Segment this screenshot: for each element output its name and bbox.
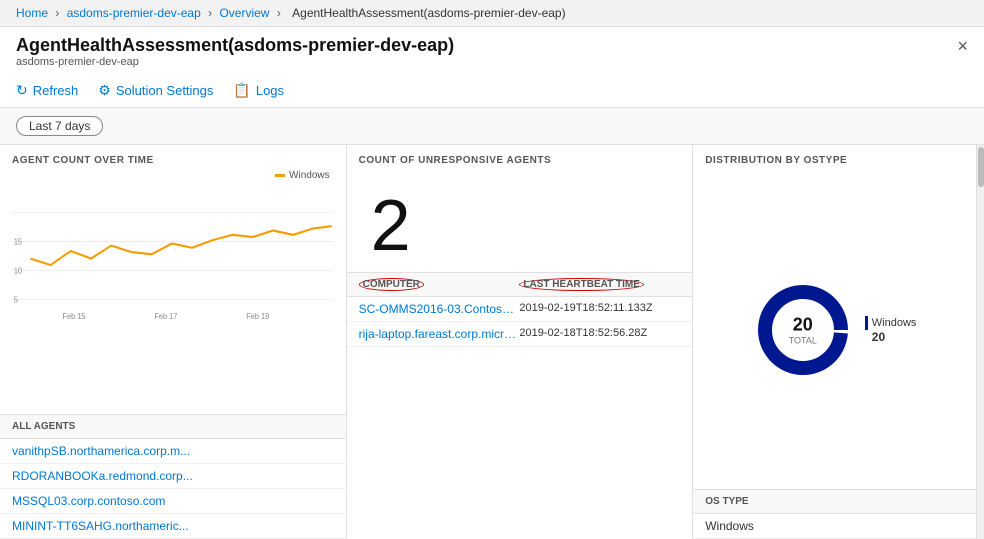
computer-cell: SC-OMMS2016-03.Contoso.Lo...	[359, 302, 520, 316]
computer-col-header: COMPUTER	[359, 279, 520, 290]
unresponsive-table-header: COMPUTER LAST HEARTBEAT TIME	[347, 272, 693, 297]
computer-col-highlight: COMPUTER	[359, 278, 424, 291]
header: × AgentHealthAssessment(asdoms-premier-d…	[0, 27, 984, 108]
distribution-title: DISTRIBUTION BY OSTYPE	[693, 145, 976, 170]
svg-text:Feb 15: Feb 15	[63, 311, 86, 321]
page-title: AgentHealthAssessment(asdoms-premier-dev…	[16, 35, 968, 56]
solution-settings-label: Solution Settings	[116, 83, 214, 98]
svg-text:Feb 17: Feb 17	[154, 311, 177, 321]
agent-row[interactable]: MSSQL03.corp.contoso.com	[0, 489, 346, 514]
filter-bar: Last 7 days	[0, 108, 984, 145]
os-type-header: OS TYPE	[693, 489, 976, 514]
legend-label: Windows	[289, 170, 330, 181]
solution-settings-button[interactable]: ⚙ Solution Settings	[98, 80, 213, 101]
settings-icon: ⚙	[98, 82, 111, 99]
agent-count-panel: AGENT COUNT OVER TIME Windows 5 10 15 Fe…	[0, 145, 347, 539]
svg-text:10: 10	[14, 266, 23, 276]
unresponsive-row[interactable]: SC-OMMS2016-03.Contoso.Lo... 2019-02-19T…	[347, 297, 693, 322]
chart-legend: Windows	[12, 170, 334, 181]
breadcrumb-workspace[interactable]: asdoms-premier-dev-eap	[67, 6, 201, 20]
logs-label: Logs	[256, 83, 284, 98]
breadcrumb: Home › asdoms-premier-dev-eap › Overview…	[0, 0, 984, 27]
main-content: AGENT COUNT OVER TIME Windows 5 10 15 Fe…	[0, 145, 984, 539]
date-filter-pill[interactable]: Last 7 days	[16, 116, 103, 136]
chart-area: Windows 5 10 15 Feb 15 Feb 17 Feb 19	[0, 170, 346, 414]
heartbeat-col-highlight: LAST HEARTBEAT TIME	[519, 278, 643, 291]
agent-count-title: AGENT COUNT OVER TIME	[0, 145, 346, 170]
distribution-panel: DISTRIBUTION BY OSTYPE 20 TOTAL Windows	[693, 145, 976, 539]
logs-icon: 📋	[233, 82, 250, 99]
svg-text:Feb 19: Feb 19	[246, 311, 269, 321]
donut-number: 20	[789, 314, 817, 335]
agent-row[interactable]: vanithpSB.northamerica.corp.m...	[0, 439, 346, 464]
unresponsive-title: COUNT OF UNRESPONSIVE AGENTS	[347, 145, 693, 170]
computer-cell: rija-laptop.fareast.corp.microsso...	[359, 327, 520, 341]
scrollbar[interactable]	[976, 145, 984, 539]
refresh-label: Refresh	[33, 83, 79, 98]
close-button[interactable]: ×	[957, 37, 968, 55]
legend-item-windows: Windows	[865, 316, 917, 330]
breadcrumb-overview[interactable]: Overview	[219, 6, 269, 20]
donut-label: 20 TOTAL	[789, 314, 817, 345]
scroll-thumb[interactable]	[978, 147, 984, 187]
svg-text:5: 5	[14, 295, 19, 305]
agent-table: ALL AGENTS vanithpSB.northamerica.corp.m…	[0, 414, 346, 539]
breadcrumb-current: AgentHealthAssessment(asdoms-premier-dev…	[292, 6, 565, 20]
breadcrumb-home[interactable]: Home	[16, 6, 48, 20]
refresh-button[interactable]: ↻ Refresh	[16, 80, 78, 101]
unresponsive-row[interactable]: rija-laptop.fareast.corp.microsso... 201…	[347, 322, 693, 347]
svg-text:15: 15	[14, 237, 23, 247]
donut-legend: Windows 20	[865, 316, 917, 344]
legend-dot	[275, 174, 285, 177]
all-agents-header: ALL AGENTS	[0, 415, 346, 439]
heartbeat-col-header: LAST HEARTBEAT TIME	[519, 279, 680, 290]
refresh-icon: ↻	[16, 82, 28, 99]
donut-area: 20 TOTAL Windows 20	[693, 170, 976, 489]
logs-button[interactable]: 📋 Logs	[233, 80, 284, 101]
os-row: Windows	[693, 514, 976, 539]
unresponsive-panel: COUNT OF UNRESPONSIVE AGENTS 2 COMPUTER …	[347, 145, 694, 539]
legend-item-value: 20	[872, 330, 917, 344]
agent-row[interactable]: MININT-TT6SAHG.northameric...	[0, 514, 346, 539]
heartbeat-cell: 2019-02-18T18:52:56.28Z	[519, 327, 680, 341]
legend-item-label: Windows	[872, 317, 917, 329]
line-chart: 5 10 15 Feb 15 Feb 17 Feb 19	[12, 181, 334, 321]
toolbar: ↻ Refresh ⚙ Solution Settings 📋 Logs	[16, 74, 968, 107]
header-subtitle: asdoms-premier-dev-eap	[16, 56, 968, 68]
heartbeat-cell: 2019-02-19T18:52:11.133Z	[519, 302, 680, 316]
agent-row[interactable]: RDORANBOOKa.redmond.corp...	[0, 464, 346, 489]
unresponsive-count: 2	[347, 170, 693, 272]
donut-chart: 20 TOTAL	[753, 280, 853, 380]
legend-bar	[865, 316, 868, 330]
donut-total-label: TOTAL	[789, 335, 817, 345]
